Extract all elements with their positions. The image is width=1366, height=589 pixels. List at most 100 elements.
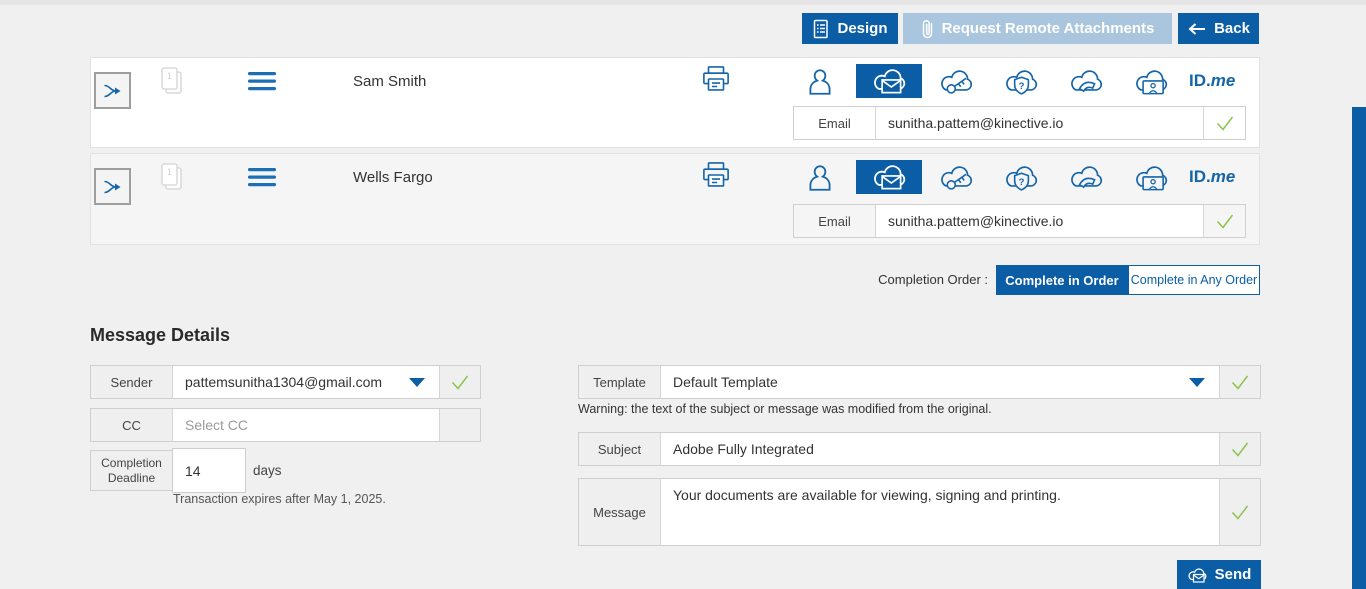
email-field-label: Email [794,205,875,237]
chevron-down-icon[interactable] [409,378,425,387]
completion-deadline-label: Completion Deadline [91,451,172,490]
svg-text:1: 1 [167,167,172,177]
document-count-icon: 1 [157,65,185,98]
security-question-tile[interactable]: ? [1001,63,1041,101]
cc-field-group: CC [90,408,481,442]
idme-italic: me [1211,167,1236,186]
printer-icon[interactable] [701,64,731,94]
checkmark-icon [1214,212,1236,230]
id-verification-tile[interactable] [1131,63,1171,101]
email-field[interactable] [875,205,1203,237]
sender-value: pattemsunitha1304@gmail.com [185,374,382,390]
delivery-email-tile[interactable] [856,160,922,194]
idme-bold: ID. [1189,71,1211,90]
message-textarea[interactable]: Your documents are available for viewing… [673,487,1207,537]
merge-arrows-icon [102,82,124,100]
idme-tile[interactable]: ID.me [1189,71,1235,91]
svg-text:1: 1 [167,71,172,81]
deadline-unit-label: days [253,463,282,478]
template-label: Template [579,366,660,398]
send-cloud-envelope-icon [1187,566,1209,584]
sender-select[interactable]: pattemsunitha1304@gmail.com [172,366,439,398]
complete-in-any-order-button[interactable]: Complete in Any Order [1128,265,1260,295]
cc-valid-cell [439,409,480,441]
delivery-in-person-tile[interactable] [800,159,840,197]
message-valid-cell [1219,479,1260,545]
email-field[interactable] [875,107,1203,139]
email-input[interactable] [888,107,1191,139]
sender-field-group: Sender pattemsunitha1304@gmail.com [90,365,481,399]
request-remote-attachments-button[interactable]: Request Remote Attachments [903,13,1172,44]
cloud-shield-question-icon: ? [1002,66,1040,98]
deadline-input[interactable] [185,449,233,492]
id-verification-tile[interactable] [1131,159,1171,197]
cc-input[interactable] [185,409,427,441]
access-code-tile[interactable] [936,159,976,197]
sender-valid-cell [439,366,480,398]
document-count-icon: 1 [157,161,185,194]
phone-auth-tile[interactable] [1066,159,1106,197]
message-field-group: Message Your documents are available for… [578,478,1261,546]
cc-label: CC [91,409,172,441]
delivery-in-person-tile[interactable] [800,63,840,101]
merge-recipient-button[interactable] [94,72,131,109]
email-input[interactable] [888,205,1191,237]
cloud-shield-question-icon: ? [1002,162,1040,194]
template-modified-warning: Warning: the text of the subject or mess… [578,402,992,416]
svg-text:?: ? [1019,81,1025,92]
cloud-id-card-icon [1132,162,1170,194]
checkmark-icon [1214,114,1236,132]
subject-valid-cell [1219,433,1260,465]
cloud-envelope-icon [870,161,908,193]
idme-tile[interactable]: ID.me [1189,167,1235,187]
checkmark-icon [1229,373,1251,391]
email-field-group: Email [793,204,1246,238]
idme-bold: ID. [1189,167,1211,186]
design-button[interactable]: Design [802,13,898,44]
delivery-email-tile[interactable] [856,64,922,98]
send-button[interactable]: Send [1177,560,1261,589]
merge-recipient-button[interactable] [94,168,131,205]
template-field-group: Template Default Template [578,365,1261,399]
template-value: Default Template [673,374,778,390]
complete-in-order-button[interactable]: Complete in Order [996,265,1128,295]
top-strip [0,0,1366,5]
security-question-tile[interactable]: ? [1001,159,1041,197]
deadline-field-group: Completion Deadline [90,450,246,491]
message-field[interactable]: Your documents are available for viewing… [660,479,1219,545]
paperclip-icon [921,18,934,40]
back-button[interactable]: Back [1178,13,1259,44]
cloud-phone-icon [1067,66,1105,98]
sender-label: Sender [91,366,172,398]
printer-icon[interactable] [701,160,731,190]
cloud-envelope-icon [870,65,908,97]
subject-input[interactable] [673,433,1207,465]
checkmark-icon [1229,440,1251,458]
vertical-scrollbar[interactable] [1352,107,1366,589]
email-valid-cell [1203,107,1245,139]
deadline-field[interactable] [172,448,246,493]
email-valid-cell [1203,205,1245,237]
cloud-phone-icon [1067,162,1105,194]
email-field-group: Email [793,106,1246,140]
phone-auth-tile[interactable] [1066,63,1106,101]
chevron-down-icon[interactable] [1189,378,1205,387]
cloud-key-icon [937,66,975,98]
reorder-handle-icon[interactable] [247,165,277,190]
svg-text:?: ? [1019,177,1025,188]
subject-field[interactable] [660,433,1219,465]
person-icon [806,162,834,194]
design-label: Design [837,20,887,37]
template-valid-cell [1219,366,1260,398]
back-label: Back [1214,20,1250,37]
access-code-tile[interactable] [936,63,976,101]
recipient-row: 1 Wells Fargo ? [90,153,1260,245]
merge-arrows-icon [102,178,124,196]
template-select[interactable]: Default Template [660,366,1219,398]
recipient-row: 1 Sam Smith ? [90,57,1260,148]
message-details-heading: Message Details [90,325,230,346]
subject-field-group: Subject [578,432,1261,466]
reorder-handle-icon[interactable] [247,69,277,94]
completion-order-label: Completion Order : [790,272,988,287]
cc-field[interactable] [172,409,439,441]
